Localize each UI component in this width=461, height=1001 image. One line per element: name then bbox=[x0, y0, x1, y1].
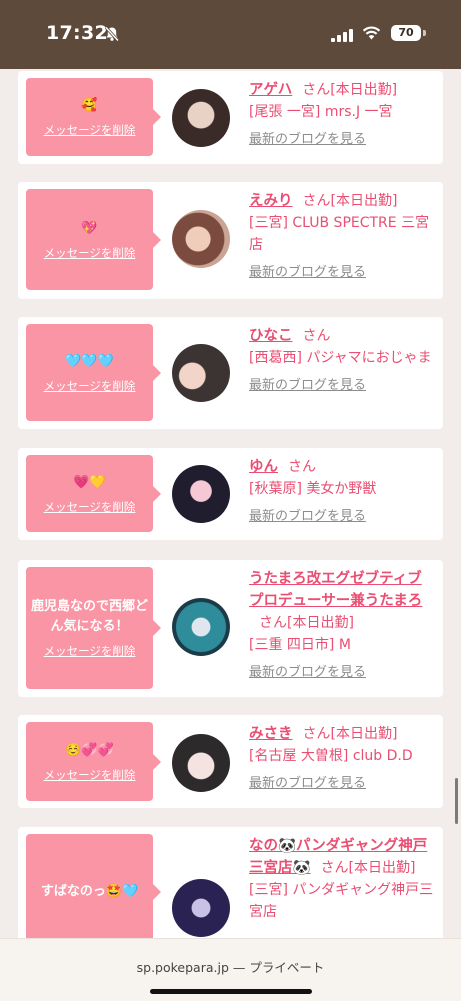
blog-link[interactable]: 最新のブログを見る bbox=[249, 662, 366, 684]
delete-message-link[interactable]: メッセージを削除 bbox=[44, 378, 136, 394]
avatar[interactable] bbox=[172, 879, 230, 937]
message-card: 鹿児島なので西郷どん気になる！ メッセージを削除 うたまろ改エグゼブティブプロデ… bbox=[18, 560, 443, 697]
message-card: 💗💛 メッセージを削除 ゆん さん [秋葉原] 美女か野獣 最新のブログを見る bbox=[18, 448, 443, 540]
message-bubble: 🥰 メッセージを削除 bbox=[26, 78, 161, 156]
delete-message-link[interactable]: メッセージを削除 bbox=[44, 767, 136, 783]
message-text: すばなのっ🤩🩵 bbox=[40, 883, 139, 899]
delete-message-link[interactable]: メッセージを削除 bbox=[44, 122, 136, 138]
message-text: ☺️💞💞 bbox=[65, 742, 114, 758]
message-bubble: 💗💛 メッセージを削除 bbox=[26, 455, 161, 532]
profile-status: さん[本日出勤] bbox=[259, 615, 354, 631]
profile-name-link[interactable]: ひなこ bbox=[249, 328, 293, 344]
profile-info: ひなこ さん [西葛西] パジャマにおじゃま 最新のブログを見る bbox=[249, 325, 435, 397]
wifi-icon bbox=[362, 25, 381, 44]
status-time: 17:32 bbox=[46, 22, 108, 44]
avatar[interactable] bbox=[172, 89, 230, 147]
message-card: 💖 メッセージを削除 えみり さん[本日出勤] [三宮] CLUB SPECTRE… bbox=[18, 182, 443, 299]
profile-info: なの🐼パンダギャング神戸三宮店🐼 さん[本日出勤] [三宮] パンダギャング神戸三… bbox=[249, 835, 435, 923]
profile-name-link[interactable]: ゆん bbox=[249, 459, 278, 475]
avatar[interactable] bbox=[172, 210, 230, 268]
profile-status: さん bbox=[302, 328, 331, 344]
message-bubble: 鹿児島なので西郷どん気になる！ メッセージを削除 bbox=[26, 567, 161, 689]
profile-status: さん[本日出勤] bbox=[302, 726, 398, 742]
battery-icon: 70 bbox=[391, 25, 421, 41]
message-card: 🥰 メッセージを削除 アゲハ さん[本日出勤] [尾張 一宮] mrs.J 一宮 … bbox=[18, 71, 443, 164]
message-text: 💖 bbox=[81, 220, 98, 236]
message-card: 🩵🩵🩵 メッセージを削除 ひなこ さん [西葛西] パジャマにおじゃま 最新のブロ… bbox=[18, 317, 443, 429]
avatar[interactable] bbox=[172, 465, 230, 523]
shop-area: [三重 四日市] M bbox=[249, 637, 351, 653]
profile-status: さん[本日出勤] bbox=[320, 860, 416, 876]
profile-info: えみり さん[本日出勤] [三宮] CLUB SPECTRE 三宮店 最新のブログ… bbox=[249, 190, 435, 284]
delete-message-link[interactable]: メッセージを削除 bbox=[44, 643, 136, 659]
home-indicator[interactable] bbox=[150, 989, 312, 994]
battery-cap bbox=[423, 30, 426, 36]
bell-off-icon bbox=[104, 26, 120, 46]
shop-area: [三宮] パンダギャング神戸三宮店 bbox=[249, 882, 434, 920]
delete-message-link[interactable]: メッセージを削除 bbox=[44, 245, 136, 261]
shop-area: [名古屋 大曽根] club D.D bbox=[249, 748, 413, 764]
shop-area: [西葛西] パジャマにおじゃま bbox=[249, 350, 432, 366]
profile-name-link[interactable]: うたまろ改エグゼブティブプロデューサー兼うたまろ bbox=[249, 571, 422, 609]
avatar[interactable] bbox=[172, 598, 230, 656]
avatar[interactable] bbox=[172, 344, 230, 402]
message-text: 鹿児島なので西郷どん気になる！ bbox=[30, 599, 148, 634]
delete-message-link[interactable]: メッセージを削除 bbox=[44, 499, 136, 515]
blog-link[interactable]: 最新のブログを見る bbox=[249, 129, 366, 151]
signal-icon bbox=[331, 27, 353, 46]
blog-link[interactable]: 最新のブログを見る bbox=[249, 262, 366, 284]
shop-area: [尾張 一宮] mrs.J 一宮 bbox=[249, 104, 393, 120]
blog-link[interactable]: 最新のブログを見る bbox=[249, 375, 366, 397]
profile-info: ゆん さん [秋葉原] 美女か野獣 最新のブログを見る bbox=[249, 456, 435, 528]
message-bubble: すばなのっ🤩🩵 bbox=[26, 834, 161, 949]
profile-name-link[interactable]: えみり bbox=[249, 193, 293, 209]
scrollbar[interactable] bbox=[455, 778, 458, 824]
profile-name-link[interactable]: みさき bbox=[249, 726, 293, 742]
profile-info: みさき さん[本日出勤] [名古屋 大曽根] club D.D 最新のブログを見る bbox=[249, 723, 435, 795]
shop-area: [三宮] CLUB SPECTRE 三宮店 bbox=[249, 215, 430, 253]
blog-link[interactable]: 最新のブログを見る bbox=[249, 773, 366, 795]
profile-status: さん[本日出勤] bbox=[302, 82, 398, 98]
blog-link[interactable]: 最新のブログを見る bbox=[249, 506, 366, 528]
message-text: 💗💛 bbox=[73, 474, 106, 490]
message-card: ☺️💞💞 メッセージを削除 みさき さん[本日出勤] [名古屋 大曽根] club… bbox=[18, 715, 443, 808]
message-bubble: 💖 メッセージを削除 bbox=[26, 189, 161, 290]
status-bar: 17:32 70 bbox=[0, 0, 461, 69]
profile-name-link[interactable]: アゲハ bbox=[249, 82, 292, 98]
message-bubble: ☺️💞💞 メッセージを削除 bbox=[26, 722, 161, 801]
browser-address-bar[interactable]: sp.pokepara.jp — プライベート bbox=[0, 938, 461, 1001]
profile-info: アゲハ さん[本日出勤] [尾張 一宮] mrs.J 一宮 最新のブログを見る bbox=[249, 79, 435, 151]
shop-area: [秋葉原] 美女か野獣 bbox=[249, 481, 377, 497]
profile-status: さん[本日出勤] bbox=[302, 193, 398, 209]
url-text[interactable]: sp.pokepara.jp — プライベート bbox=[0, 957, 461, 976]
profile-status: さん bbox=[288, 459, 316, 475]
profile-info: うたまろ改エグゼブティブプロデューサー兼うたまろさん[本日出勤] [三重 四日市… bbox=[249, 568, 435, 684]
message-bubble: 🩵🩵🩵 メッセージを削除 bbox=[26, 324, 161, 421]
avatar[interactable] bbox=[172, 734, 230, 792]
message-text: 🩵🩵🩵 bbox=[65, 353, 114, 369]
message-text: 🥰 bbox=[81, 98, 98, 113]
